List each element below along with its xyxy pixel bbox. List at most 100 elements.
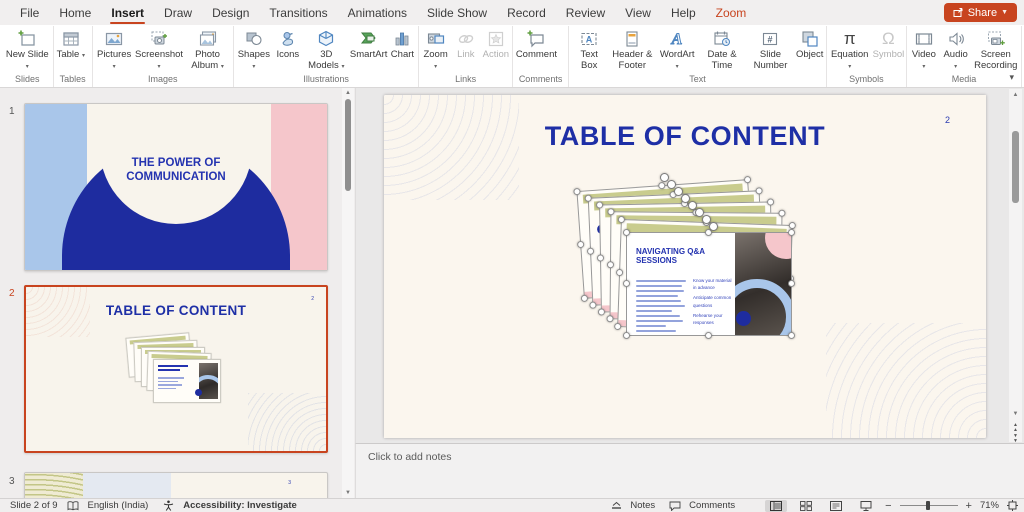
- slide-1-thumbnail[interactable]: THE POWER OF COMMUNICATION: [24, 103, 328, 271]
- ribbon-group-label: Comments: [514, 72, 568, 87]
- photo-album-icon: [198, 28, 218, 50]
- smartart-button[interactable]: SmartArt: [350, 26, 388, 61]
- menu-tab-slide-show[interactable]: Slide Show: [417, 0, 497, 25]
- zoom-level[interactable]: 71%: [980, 500, 999, 511]
- accessibility-status[interactable]: Accessibility: Investigate: [183, 500, 297, 511]
- slide-panel-scrollbar[interactable]: ▲ ▼: [342, 88, 354, 498]
- header-footer-button[interactable]: Header & Footer: [608, 26, 656, 71]
- normal-view-button[interactable]: [765, 500, 787, 512]
- menu-tab-zoom[interactable]: Zoom: [706, 0, 757, 25]
- slide-1-title: THE POWER OF COMMUNICATION: [101, 156, 251, 185]
- chevron-down-icon: ▾: [157, 64, 160, 70]
- slide-title-textbox[interactable]: TABLE OF CONTENT: [384, 121, 986, 152]
- new-slide-button[interactable]: New Slide ▾: [3, 26, 52, 72]
- menu-tab-design[interactable]: Design: [202, 0, 259, 25]
- notes-toggle[interactable]: Notes: [630, 500, 655, 511]
- pictures-button[interactable]: Pictures ▾: [94, 26, 135, 72]
- decor-arcs-bottom-right: [826, 323, 986, 438]
- notes-placeholder[interactable]: Click to add notes: [368, 451, 451, 463]
- chevron-down-icon: ▾: [82, 53, 85, 59]
- chart-button[interactable]: Chart: [387, 26, 417, 61]
- zoom-button[interactable]: Zoom ▾: [420, 26, 450, 72]
- canvas-scrollbar[interactable]: ▲ ▼ ▲▲ ▼▼: [1009, 89, 1022, 442]
- front-card[interactable]: NAVIGATING Q&A SESSIONS Know your materi…: [626, 232, 792, 336]
- chevron-down-icon: ▾: [252, 64, 255, 70]
- scroll-down-icon[interactable]: ▼: [345, 490, 351, 496]
- menu-tab-record[interactable]: Record: [497, 0, 556, 25]
- share-button[interactable]: Share ▼: [944, 3, 1017, 22]
- zoom-out-button[interactable]: −: [885, 501, 891, 511]
- reading-view-button[interactable]: [825, 500, 847, 512]
- slide-2-thumbnail[interactable]: TABLE OF CONTENT 2: [24, 285, 328, 453]
- menu-tab-transitions[interactable]: Transitions: [259, 0, 337, 25]
- scroll-down-icon[interactable]: ▼: [1013, 411, 1019, 417]
- ribbon: New Slide ▾ Slides Table ▾ Tables Pictur…: [0, 25, 1024, 88]
- scroll-up-icon[interactable]: ▲: [345, 90, 351, 96]
- chevron-down-icon: ▾: [221, 64, 224, 70]
- ribbon-group-slides: New Slide ▾ Slides: [2, 26, 54, 87]
- fit-to-window-icon[interactable]: [1007, 500, 1018, 511]
- equation-button[interactable]: π Equation ▾: [828, 26, 872, 72]
- screenshot-button[interactable]: Screenshot ▾: [135, 26, 184, 72]
- slide-sorter-view-button[interactable]: [795, 500, 817, 512]
- mini-front-card: [153, 359, 221, 403]
- selected-object-group[interactable]: NAVIGATING Q&A SESSIONS Know your materi…: [574, 173, 804, 348]
- audio-button[interactable]: Audio ▾: [940, 26, 972, 72]
- menu-tab-draw[interactable]: Draw: [154, 0, 202, 25]
- slide-3-thumbnail[interactable]: 3: [24, 472, 328, 498]
- chevron-down-icon: ▾: [954, 64, 957, 70]
- photo-album-button[interactable]: Photo Album ▾: [183, 26, 232, 72]
- menu-tab-view[interactable]: View: [615, 0, 661, 25]
- previous-slide-button[interactable]: ▲▲: [1011, 423, 1020, 432]
- next-slide-button[interactable]: ▼▼: [1011, 434, 1020, 443]
- chevron-down-icon: ▾: [26, 64, 29, 70]
- current-slide[interactable]: TABLE OF CONTENT 2 NAVIGATING Q&A SESSIO…: [384, 95, 986, 438]
- video-button[interactable]: Video ▾: [908, 26, 940, 72]
- zoom-ribbon-icon: [426, 28, 446, 50]
- collapse-ribbon-button[interactable]: ▾: [1009, 72, 1014, 83]
- 3d-models-button[interactable]: 3D Models ▾: [303, 26, 350, 72]
- scrollbar-thumb[interactable]: [1012, 131, 1019, 203]
- comment-button[interactable]: Comment: [514, 26, 559, 61]
- smartart-icon: [359, 28, 379, 50]
- text-box-button[interactable]: A Text Box: [570, 26, 608, 71]
- menu-tab-help[interactable]: Help: [661, 0, 706, 25]
- svg-text:#: #: [768, 35, 773, 45]
- table-button[interactable]: Table ▾: [55, 26, 87, 62]
- ribbon-group-label: Links: [420, 72, 510, 87]
- symbol-button: Ω Symbol: [872, 26, 905, 61]
- wordart-button[interactable]: A WordArt ▾: [657, 26, 698, 72]
- ribbon-group-label: Images: [94, 72, 232, 87]
- notes-pane[interactable]: Click to add notes: [355, 443, 1024, 498]
- object-button[interactable]: Object: [795, 26, 825, 61]
- screen-recording-button[interactable]: Screen Recording: [972, 26, 1021, 71]
- comments-toggle[interactable]: Comments: [689, 500, 735, 511]
- menu-tab-animations[interactable]: Animations: [338, 0, 417, 25]
- scrollbar-thumb[interactable]: [345, 99, 351, 191]
- menu-tab-file[interactable]: File: [10, 0, 49, 25]
- svg-text:A: A: [586, 35, 593, 45]
- slide-number-icon: #: [760, 28, 780, 50]
- zoom-slider-thumb[interactable]: [926, 501, 930, 510]
- scroll-up-icon[interactable]: ▲: [1013, 92, 1019, 98]
- chevron-down-icon: ▾: [341, 64, 344, 70]
- date-time-button[interactable]: Date & Time: [698, 26, 746, 71]
- language-status[interactable]: English (India): [88, 500, 149, 511]
- slide-page-number: 2: [945, 115, 950, 125]
- menu-tab-insert[interactable]: Insert: [101, 0, 154, 25]
- zoom-in-button[interactable]: +: [966, 501, 972, 511]
- decor-arcs: [248, 393, 326, 451]
- icons-button[interactable]: Icons: [273, 26, 303, 61]
- slide-number-button[interactable]: # Slide Number: [746, 26, 794, 71]
- spellcheck-book-icon[interactable]: [67, 501, 79, 511]
- menu-tab-home[interactable]: Home: [49, 0, 101, 25]
- object-icon: [800, 28, 820, 50]
- shapes-button[interactable]: Shapes ▾: [235, 26, 273, 72]
- chevron-down-icon: ▾: [676, 64, 679, 70]
- accessibility-icon: [163, 500, 174, 511]
- rotation-handles[interactable]: [660, 173, 730, 243]
- slide-show-button[interactable]: [855, 500, 877, 512]
- equation-icon: π: [844, 28, 856, 50]
- menu-tab-review[interactable]: Review: [556, 0, 615, 25]
- zoom-slider[interactable]: [900, 501, 958, 511]
